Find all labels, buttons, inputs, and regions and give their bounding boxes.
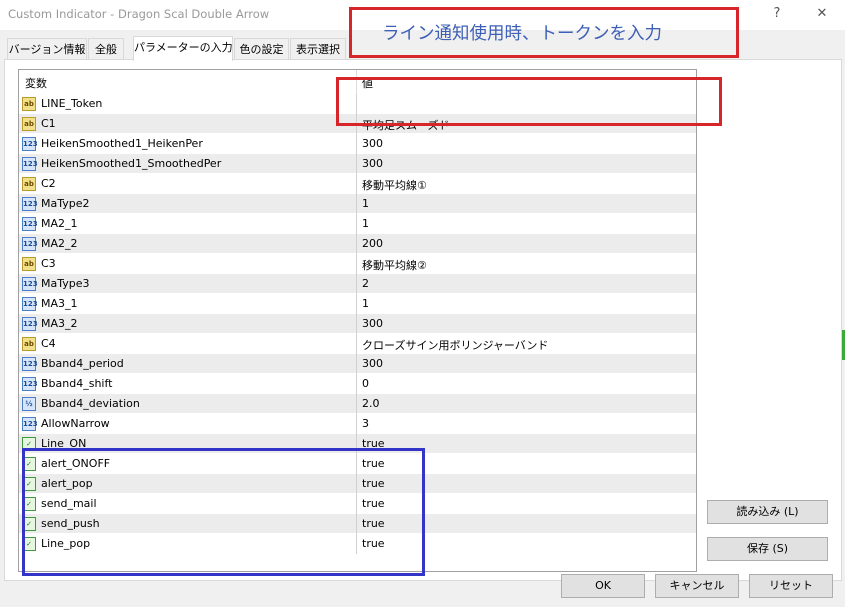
help-button[interactable]: ? bbox=[766, 4, 788, 24]
integer-type-icon: 123 bbox=[22, 317, 38, 331]
column-divider bbox=[356, 254, 357, 274]
parameter-name: MA2_2 bbox=[41, 237, 78, 250]
column-divider bbox=[356, 414, 357, 434]
parameter-value[interactable]: 300 bbox=[362, 317, 383, 330]
table-row[interactable]: 123 Bband4_period 300 bbox=[19, 354, 696, 374]
column-divider bbox=[356, 234, 357, 254]
parameter-name: HeikenSmoothed1_SmoothedPer bbox=[41, 157, 222, 170]
tab-visualization[interactable]: 表示選択 bbox=[290, 38, 346, 60]
tab-parameters[interactable]: パラメーターの入力 bbox=[133, 36, 233, 61]
parameter-value[interactable]: 移動平均線① bbox=[362, 177, 427, 193]
integer-type-icon: 123 bbox=[22, 277, 38, 291]
column-divider bbox=[356, 134, 357, 154]
integer-type-icon: 123 bbox=[22, 357, 38, 371]
parameter-value[interactable]: 2 bbox=[362, 277, 369, 290]
reset-button[interactable]: リセット bbox=[749, 574, 833, 598]
parameter-value[interactable]: 1 bbox=[362, 217, 369, 230]
parameter-name: MA3_1 bbox=[41, 297, 78, 310]
table-row[interactable]: ab C3 移動平均線② bbox=[19, 254, 696, 274]
parameter-name: MaType3 bbox=[41, 277, 90, 290]
column-divider bbox=[356, 194, 357, 214]
parameter-name: C4 bbox=[41, 337, 56, 350]
double-type-icon: ½ bbox=[22, 397, 36, 411]
column-divider bbox=[356, 294, 357, 314]
string-type-icon: ab bbox=[22, 97, 36, 111]
table-row[interactable]: 123 MaType3 2 bbox=[19, 274, 696, 294]
tab-general[interactable]: 全般 bbox=[88, 38, 124, 60]
table-row[interactable]: 123 Bband4_shift 0 bbox=[19, 374, 696, 394]
string-type-icon: ab bbox=[22, 177, 36, 191]
table-row[interactable]: 123 MA2_2 200 bbox=[19, 234, 696, 254]
table-row[interactable]: ab C2 移動平均線① bbox=[19, 174, 696, 194]
close-button[interactable]: ✕ bbox=[811, 4, 833, 24]
parameter-name: MA3_2 bbox=[41, 317, 78, 330]
integer-type-icon: 123 bbox=[22, 137, 38, 151]
window-title: Custom Indicator - Dragon Scal Double Ar… bbox=[8, 7, 270, 21]
token-highlight-box bbox=[336, 77, 722, 126]
table-row[interactable]: 123 MA3_2 300 bbox=[19, 314, 696, 334]
table-row[interactable]: 123 HeikenSmoothed1_SmoothedPer 300 bbox=[19, 154, 696, 174]
save-button[interactable]: 保存 (S) bbox=[707, 537, 828, 561]
parameter-value[interactable]: 1 bbox=[362, 197, 369, 210]
parameter-name: Bband4_shift bbox=[41, 377, 113, 390]
parameter-value[interactable]: 2.0 bbox=[362, 397, 380, 410]
parameter-name: HeikenSmoothed1_HeikenPer bbox=[41, 137, 203, 150]
string-type-icon: ab bbox=[22, 117, 36, 131]
table-row[interactable]: 123 MA2_1 1 bbox=[19, 214, 696, 234]
integer-type-icon: 123 bbox=[22, 237, 38, 251]
parameter-name: MA2_1 bbox=[41, 217, 78, 230]
column-divider bbox=[356, 374, 357, 394]
parameter-name: Bband4_deviation bbox=[41, 397, 140, 410]
string-type-icon: ab bbox=[22, 337, 36, 351]
integer-type-icon: 123 bbox=[22, 197, 38, 211]
column-divider bbox=[356, 214, 357, 234]
notification-params-highlight-box bbox=[22, 448, 425, 576]
column-divider bbox=[356, 274, 357, 294]
table-row[interactable]: 123 MaType2 1 bbox=[19, 194, 696, 214]
cancel-button[interactable]: キャンセル bbox=[655, 574, 739, 598]
parameter-value[interactable]: 0 bbox=[362, 377, 369, 390]
parameter-value[interactable]: 3 bbox=[362, 417, 369, 430]
table-row[interactable]: 123 HeikenSmoothed1_HeikenPer 300 bbox=[19, 134, 696, 154]
column-divider bbox=[356, 394, 357, 414]
column-divider bbox=[356, 174, 357, 194]
table-row[interactable]: ab C4 クローズサイン用ボリンジャーバンド bbox=[19, 334, 696, 354]
tab-version-info[interactable]: バージョン情報 bbox=[7, 38, 87, 60]
callout-text: ライン通知使用時、トークンを入力 bbox=[382, 24, 662, 44]
parameter-value[interactable]: 1 bbox=[362, 297, 369, 310]
parameter-name: Bband4_period bbox=[41, 357, 124, 370]
parameter-value[interactable]: 移動平均線② bbox=[362, 257, 427, 273]
table-row[interactable]: ½ Bband4_deviation 2.0 bbox=[19, 394, 696, 414]
parameter-value[interactable]: 300 bbox=[362, 137, 383, 150]
integer-type-icon: 123 bbox=[22, 297, 38, 311]
integer-type-icon: 123 bbox=[22, 217, 38, 231]
parameter-value[interactable]: 300 bbox=[362, 357, 383, 370]
column-divider bbox=[356, 154, 357, 174]
parameter-value[interactable]: クローズサイン用ボリンジャーバンド bbox=[362, 337, 548, 353]
column-divider bbox=[356, 334, 357, 354]
table-row[interactable]: 123 MA3_1 1 bbox=[19, 294, 696, 314]
parameter-name: MaType2 bbox=[41, 197, 90, 210]
ok-button[interactable]: OK bbox=[561, 574, 645, 598]
parameter-name: C3 bbox=[41, 257, 56, 270]
integer-type-icon: 123 bbox=[22, 377, 38, 391]
integer-type-icon: 123 bbox=[22, 157, 38, 171]
column-divider bbox=[356, 354, 357, 374]
parameter-name: AllowNarrow bbox=[41, 417, 110, 430]
load-button[interactable]: 読み込み (L) bbox=[707, 500, 828, 524]
tab-colors[interactable]: 色の設定 bbox=[234, 38, 289, 60]
column-divider bbox=[356, 314, 357, 334]
parameter-value[interactable]: 200 bbox=[362, 237, 383, 250]
parameter-name: LINE_Token bbox=[41, 97, 103, 110]
parameter-value[interactable]: 300 bbox=[362, 157, 383, 170]
string-type-icon: ab bbox=[22, 257, 36, 271]
parameter-name: C1 bbox=[41, 117, 56, 130]
parameter-name: C2 bbox=[41, 177, 56, 190]
column-header-variable: 変数 bbox=[25, 77, 47, 90]
table-row[interactable]: 123 AllowNarrow 3 bbox=[19, 414, 696, 434]
integer-type-icon: 123 bbox=[22, 417, 38, 431]
